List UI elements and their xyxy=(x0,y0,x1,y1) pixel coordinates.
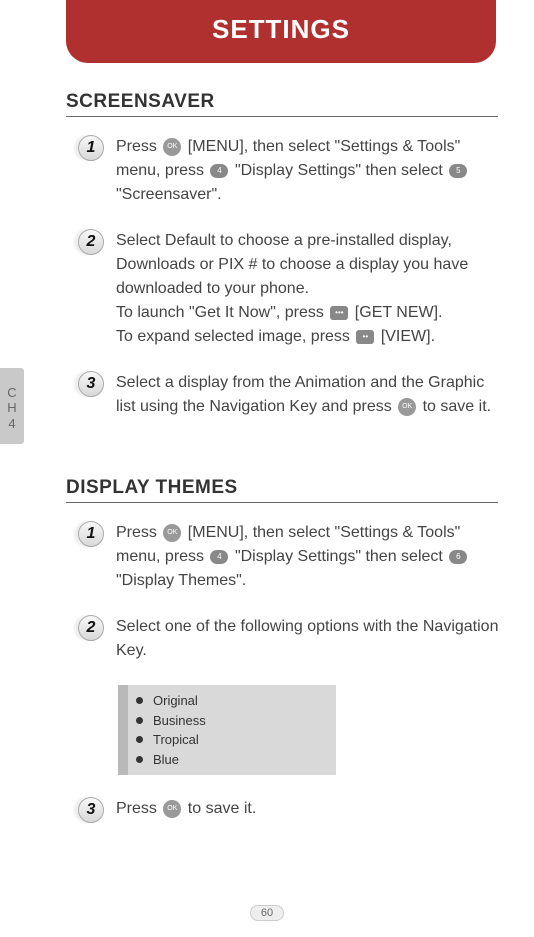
step-badge: 3 xyxy=(78,371,106,399)
step-badge: 1 xyxy=(78,521,106,549)
themes-step-3: 3 Press OK to save it. xyxy=(78,797,508,825)
section-title-display-themes: DISPLAY THEMES xyxy=(66,477,498,503)
themes-step-2: 2 Select one of the following options wi… xyxy=(78,615,508,663)
page-number-area: 60 xyxy=(0,903,534,921)
ok-icon: OK xyxy=(163,138,181,156)
list-item: Tropical xyxy=(136,730,328,750)
list-item: Original xyxy=(136,691,328,711)
theme-options-box: Original Business Tropical Blue xyxy=(118,685,336,775)
list-item: Blue xyxy=(136,750,328,770)
step-number: 3 xyxy=(78,797,104,823)
screensaver-step-1: 1 Press OK [MENU], then select "Settings… xyxy=(78,135,508,207)
section-title-screensaver: SCREENSAVER xyxy=(66,91,498,117)
text-fragment: "Display Themes". xyxy=(116,572,246,589)
text-fragment: "Display Settings" then select xyxy=(235,162,447,179)
step-text: Select Default to choose a pre-installed… xyxy=(116,229,508,349)
bullet-icon xyxy=(136,756,143,763)
screensaver-step-3: 3 Select a display from the Animation an… xyxy=(78,371,508,419)
text-fragment: [VIEW]. xyxy=(381,328,435,345)
key-4-icon: 4 xyxy=(210,550,228,564)
key-4-icon: 4 xyxy=(210,164,228,178)
bullet-icon xyxy=(136,697,143,704)
text-fragment: To launch "Get It Now", press xyxy=(116,304,328,321)
text-fragment: To expand selected image, press xyxy=(116,328,354,345)
option-label: Tropical xyxy=(153,730,199,750)
bullet-icon xyxy=(136,736,143,743)
step-number: 2 xyxy=(78,229,104,255)
step-text: Select one of the following options with… xyxy=(116,615,508,663)
left-softkey-icon: •• xyxy=(356,330,374,344)
chapter-tab-h: H xyxy=(7,400,16,416)
chapter-tab: C H 4 xyxy=(0,368,24,444)
ok-icon: OK xyxy=(398,398,416,416)
key-5-icon: 5 xyxy=(449,164,467,178)
text-fragment: Press xyxy=(116,138,161,155)
screensaver-step-2: 2 Select Default to choose a pre-install… xyxy=(78,229,508,349)
option-label: Original xyxy=(153,691,198,711)
text-fragment: Select one of the following options with… xyxy=(116,618,498,659)
step-text: Select a display from the Animation and … xyxy=(116,371,508,419)
step-number: 2 xyxy=(78,615,104,641)
step-text: Press OK to save it. xyxy=(116,797,508,821)
bullet-icon xyxy=(136,717,143,724)
step-number: 1 xyxy=(78,135,104,161)
step-badge: 3 xyxy=(78,797,106,825)
text-fragment: "Screensaver". xyxy=(116,186,222,203)
text-fragment: to save it. xyxy=(423,398,491,415)
option-label: Blue xyxy=(153,750,179,770)
step-text: Press OK [MENU], then select "Settings &… xyxy=(116,135,508,207)
page-number: 60 xyxy=(250,905,284,921)
text-fragment: to save it. xyxy=(188,800,256,817)
chapter-tab-c: C xyxy=(7,385,16,401)
right-softkey-icon: ••• xyxy=(330,306,348,320)
text-fragment: Press xyxy=(116,524,161,541)
ok-icon: OK xyxy=(163,524,181,542)
page-header: SETTINGS xyxy=(66,0,496,63)
step-number: 1 xyxy=(78,521,104,547)
text-fragment: "Display Settings" then select xyxy=(235,548,447,565)
key-6-icon: 6 xyxy=(449,550,467,564)
content-area: SCREENSAVER 1 Press OK [MENU], then sele… xyxy=(0,63,534,825)
list-item: Business xyxy=(136,711,328,731)
text-fragment: Press xyxy=(116,800,161,817)
step-number: 3 xyxy=(78,371,104,397)
step-badge: 2 xyxy=(78,229,106,257)
chapter-tab-num: 4 xyxy=(8,416,15,432)
ok-icon: OK xyxy=(163,800,181,818)
text-fragment: [GET NEW]. xyxy=(355,304,443,321)
step-badge: 1 xyxy=(78,135,106,163)
option-label: Business xyxy=(153,711,206,731)
themes-step-1: 1 Press OK [MENU], then select "Settings… xyxy=(78,521,508,593)
step-badge: 2 xyxy=(78,615,106,643)
step-text: Press OK [MENU], then select "Settings &… xyxy=(116,521,508,593)
text-fragment: Select Default to choose a pre-installed… xyxy=(116,232,468,297)
page-title: SETTINGS xyxy=(212,14,350,44)
